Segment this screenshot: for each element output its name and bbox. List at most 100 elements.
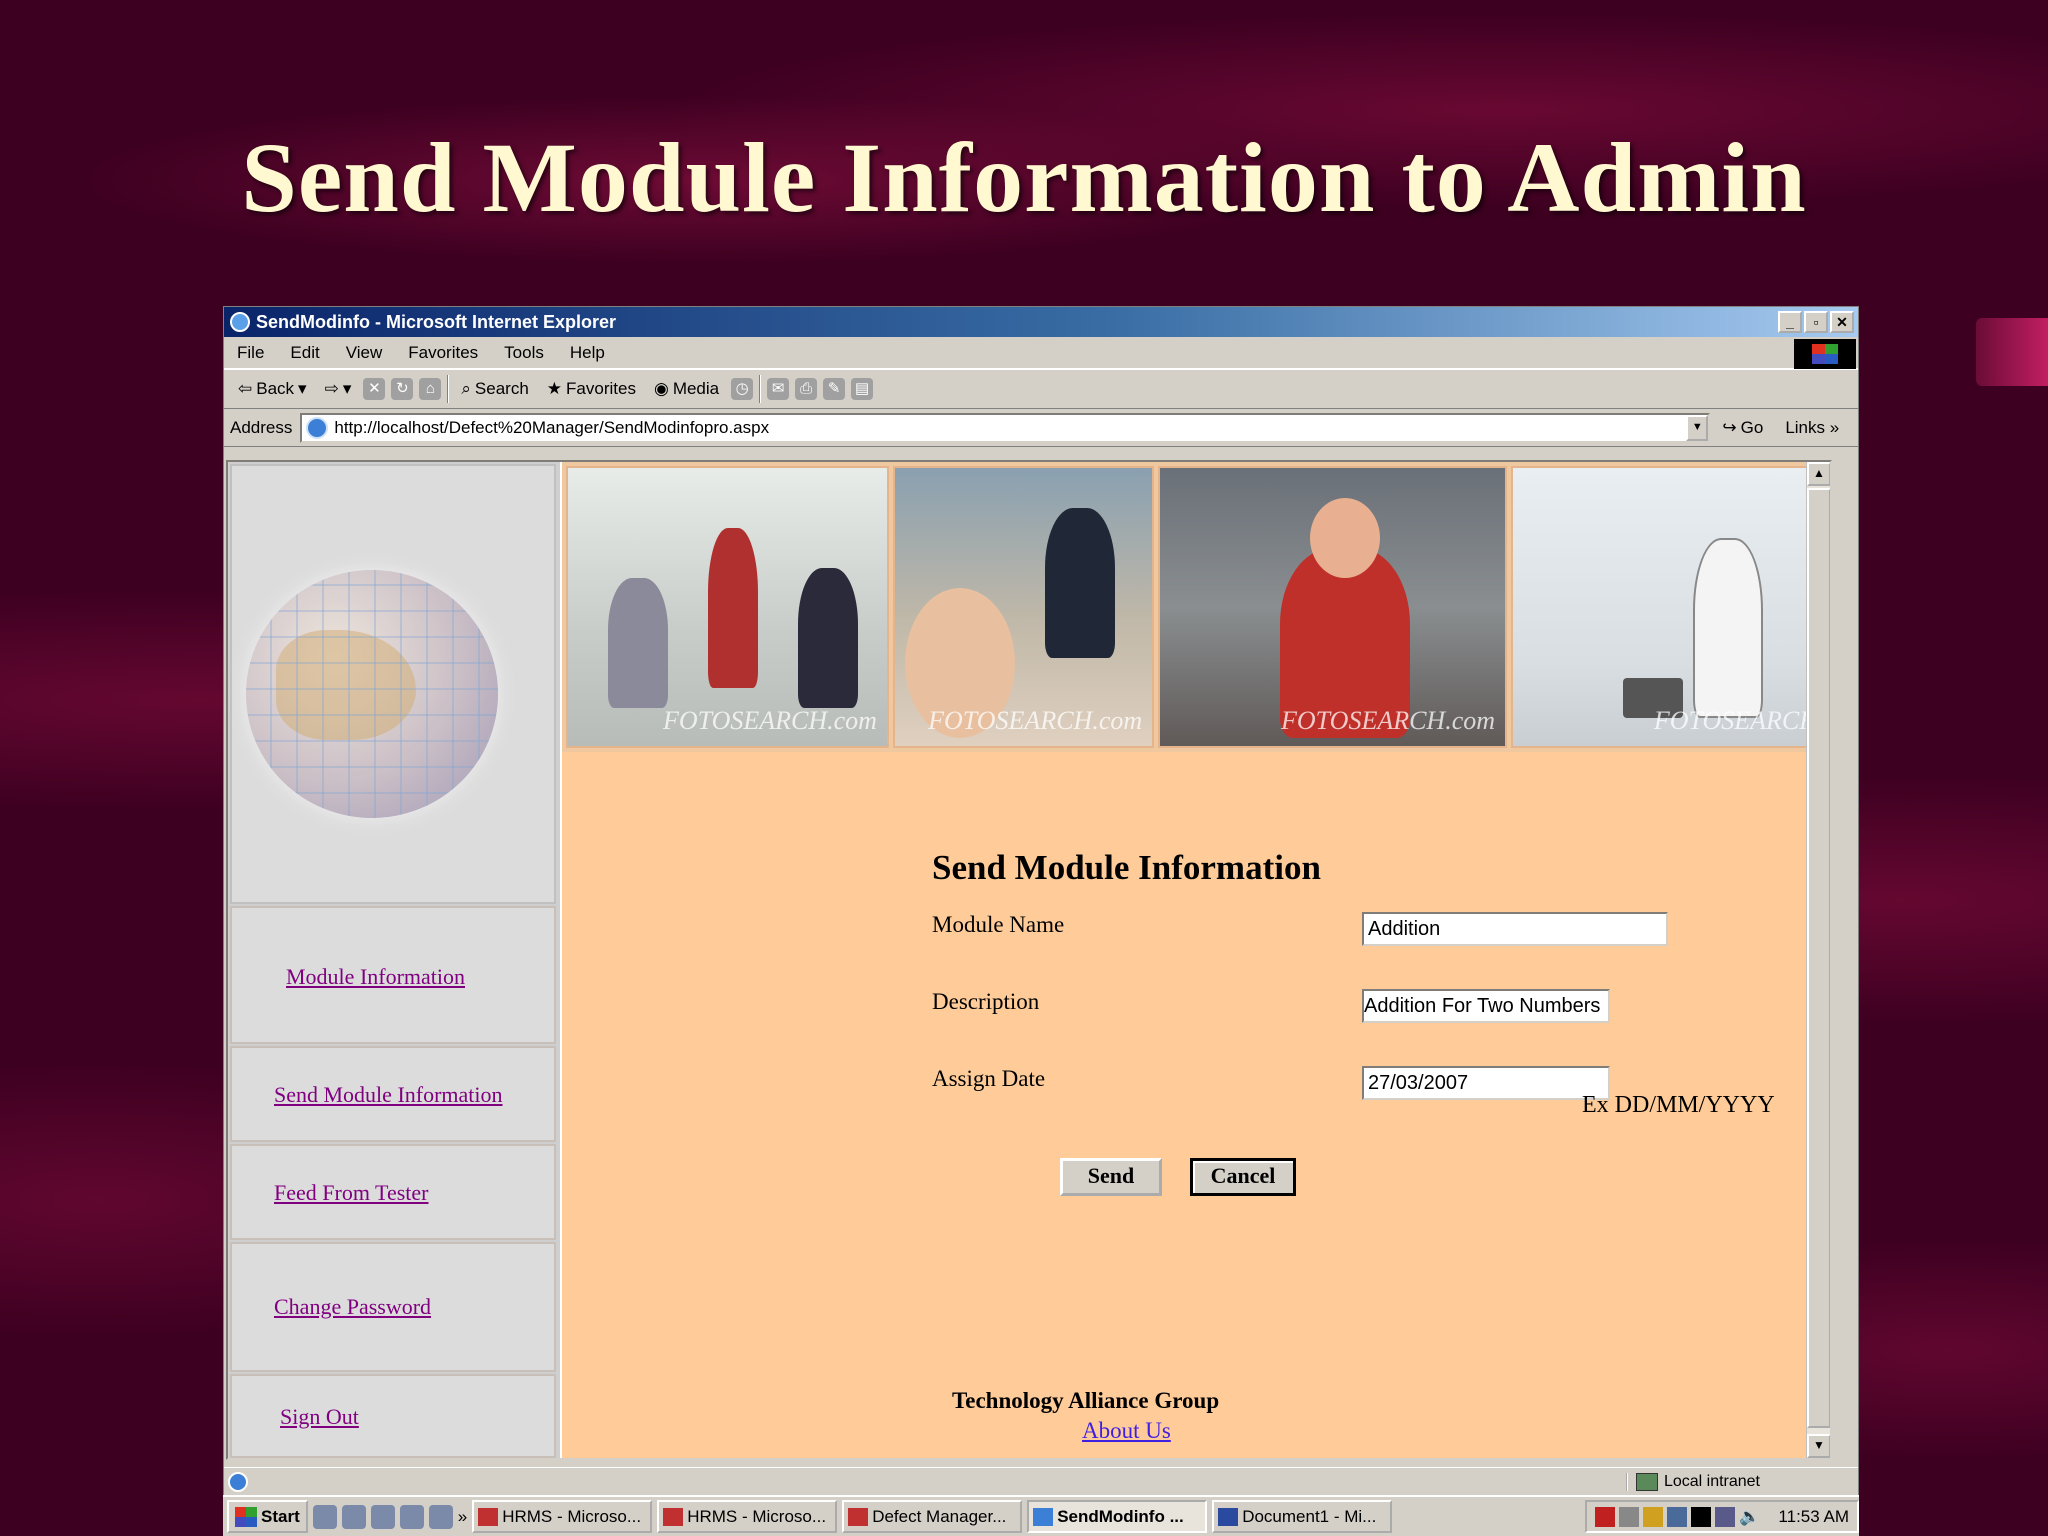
back-label: Back (256, 379, 295, 398)
discuss-icon[interactable]: ▤ (851, 378, 874, 400)
address-input[interactable]: http://localhost/Defect%20Manager/SendMo… (300, 412, 1711, 443)
page-icon (306, 416, 329, 439)
back-button[interactable]: ⇦ Back ▾ (232, 379, 313, 399)
menu-help[interactable]: Help (557, 343, 618, 363)
taskbar-item[interactable]: Document1 - Mi... (1212, 1500, 1393, 1533)
nav-cell-sign-out: Sign Out (230, 1374, 556, 1458)
print-icon[interactable]: ⎙ (795, 378, 818, 400)
favorites-label: Favorites (566, 379, 636, 398)
address-url: http://localhost/Defect%20Manager/SendMo… (334, 417, 770, 437)
tray-antivirus-icon[interactable] (1595, 1506, 1616, 1527)
go-button[interactable]: ↪ Go (1722, 418, 1763, 438)
sidebar: Module Information Send Module Informati… (228, 462, 560, 1458)
module-name-input[interactable]: Addition (1362, 912, 1668, 946)
links-button[interactable]: Links » (1785, 418, 1839, 438)
taskbar-item[interactable]: HRMS - Microso... (657, 1500, 838, 1533)
about-us-link[interactable]: About Us (1082, 1418, 1171, 1444)
menu-edit[interactable]: Edit (277, 343, 332, 363)
page-status-icon (228, 1471, 248, 1492)
nav-cell-change-password: Change Password (230, 1242, 556, 1372)
photo-watermark: FOTOSEARCH (1653, 706, 1819, 735)
media-button[interactable]: ◉ Media (648, 379, 725, 399)
forward-button[interactable]: ⇨ ▾ (319, 379, 358, 399)
stop-icon[interactable]: ✕ (363, 378, 386, 400)
photo-figure (608, 578, 668, 708)
photo-figure (1310, 498, 1381, 578)
tray-app-icon[interactable] (1619, 1506, 1640, 1527)
scroll-thumb[interactable] (1807, 488, 1830, 1428)
quicklaunch-notepad-icon[interactable] (312, 1504, 337, 1529)
photo-figure (708, 528, 758, 688)
banner-photo-laptop: FOTOSEARCH (1511, 466, 1830, 748)
tray-display-icon[interactable] (1667, 1506, 1688, 1527)
taskbar-item-label: Document1 - Mi... (1242, 1506, 1377, 1526)
address-dropdown-icon[interactable]: ▼ (1686, 414, 1709, 441)
send-button[interactable]: Send (1060, 1158, 1162, 1196)
cancel-button[interactable]: Cancel (1190, 1158, 1296, 1196)
page-viewport: Module Information Send Module Informati… (226, 460, 1832, 1460)
firefox-icon (478, 1507, 499, 1526)
tray-messenger-icon[interactable] (1691, 1506, 1712, 1527)
taskbar-item[interactable]: HRMS - Microso... (472, 1500, 653, 1533)
ie-icon (1033, 1507, 1054, 1526)
quicklaunch-ie-icon[interactable] (341, 1504, 366, 1529)
quicklaunch-settings-icon[interactable] (428, 1504, 453, 1529)
vertical-scrollbar[interactable]: ▲ ▼ (1806, 462, 1830, 1458)
taskbar-item[interactable]: Defect Manager... (842, 1500, 1023, 1533)
tray-connection-icon[interactable] (1715, 1506, 1736, 1527)
photo-figure (1044, 508, 1115, 658)
quicklaunch-outlook-icon[interactable] (370, 1504, 395, 1529)
scroll-up-icon[interactable]: ▲ (1807, 462, 1830, 486)
description-input[interactable]: Addition For Two Numbers (1362, 989, 1610, 1023)
nav-link-module-information[interactable]: Module Information (286, 964, 465, 990)
menu-file[interactable]: File (224, 343, 277, 363)
nav-link-sign-out[interactable]: Sign Out (280, 1404, 359, 1430)
nav-link-feed-from-tester[interactable]: Feed From Tester (274, 1180, 428, 1206)
volume-icon[interactable]: 🔈 (1739, 1507, 1760, 1527)
go-arrow-icon: ↪ (1722, 417, 1737, 437)
taskbar-item-label: SendModinfo ... (1057, 1506, 1184, 1526)
search-button[interactable]: ⌕ Search (455, 379, 534, 399)
quicklaunch-desktop-icon[interactable] (399, 1504, 424, 1529)
main-content: Send Module Information Module Name Addi… (562, 752, 1810, 1458)
favorites-button[interactable]: ★ Favorites (541, 379, 642, 399)
favorites-icon: ★ (546, 379, 563, 398)
menu-view[interactable]: View (333, 343, 396, 363)
scroll-down-icon[interactable]: ▼ (1807, 1434, 1830, 1458)
globe-icon (246, 570, 498, 818)
word-icon (1218, 1507, 1239, 1526)
minimize-button[interactable]: _ (1778, 311, 1802, 333)
refresh-icon[interactable]: ↻ (391, 378, 414, 400)
assign-date-input[interactable]: 27/03/2007 (1362, 1066, 1610, 1100)
forward-dropdown-icon[interactable]: ▾ (343, 379, 352, 399)
taskbar-item-active[interactable]: SendModinfo ... (1027, 1500, 1208, 1533)
menu-tools[interactable]: Tools (491, 343, 557, 363)
nav-link-change-password[interactable]: Change Password (274, 1294, 431, 1320)
taskbar-item-label: HRMS - Microso... (502, 1506, 642, 1526)
menu-favorites[interactable]: Favorites (395, 343, 491, 363)
search-icon: ⌕ (461, 379, 471, 398)
home-icon[interactable]: ⌂ (419, 378, 442, 400)
taskbar-item-label: Defect Manager... (872, 1506, 1007, 1526)
restore-button[interactable]: ▫ (1804, 311, 1828, 333)
windows-logo-icon (1794, 339, 1856, 369)
quicklaunch-more[interactable]: » (458, 1507, 467, 1527)
close-button[interactable]: ✕ (1830, 311, 1854, 333)
date-format-hint: Ex DD/MM/YYYY (1582, 1092, 1775, 1118)
window-title: SendModinfo - Microsoft Internet Explore… (256, 311, 617, 332)
ie-icon (230, 312, 250, 332)
photo-figure (798, 568, 858, 708)
back-dropdown-icon[interactable]: ▾ (298, 379, 307, 399)
start-button[interactable]: Start (227, 1500, 308, 1533)
menu-bar: File Edit View Favorites Tools Help (224, 337, 1858, 369)
form-title: Send Module Information (932, 848, 1321, 887)
history-icon[interactable]: ◷ (731, 378, 754, 400)
clock: 11:53 AM (1778, 1506, 1849, 1526)
mail-icon[interactable]: ✉ (767, 378, 790, 400)
banner-photo-office: FOTOSEARCH.com (892, 466, 1155, 748)
search-label: Search (474, 379, 529, 398)
tray-network-icon[interactable] (1643, 1506, 1664, 1527)
photo-watermark: FOTOSEARCH.com (928, 706, 1143, 735)
nav-link-send-module-information[interactable]: Send Module Information (274, 1082, 503, 1108)
edit-icon[interactable]: ✎ (823, 378, 846, 400)
